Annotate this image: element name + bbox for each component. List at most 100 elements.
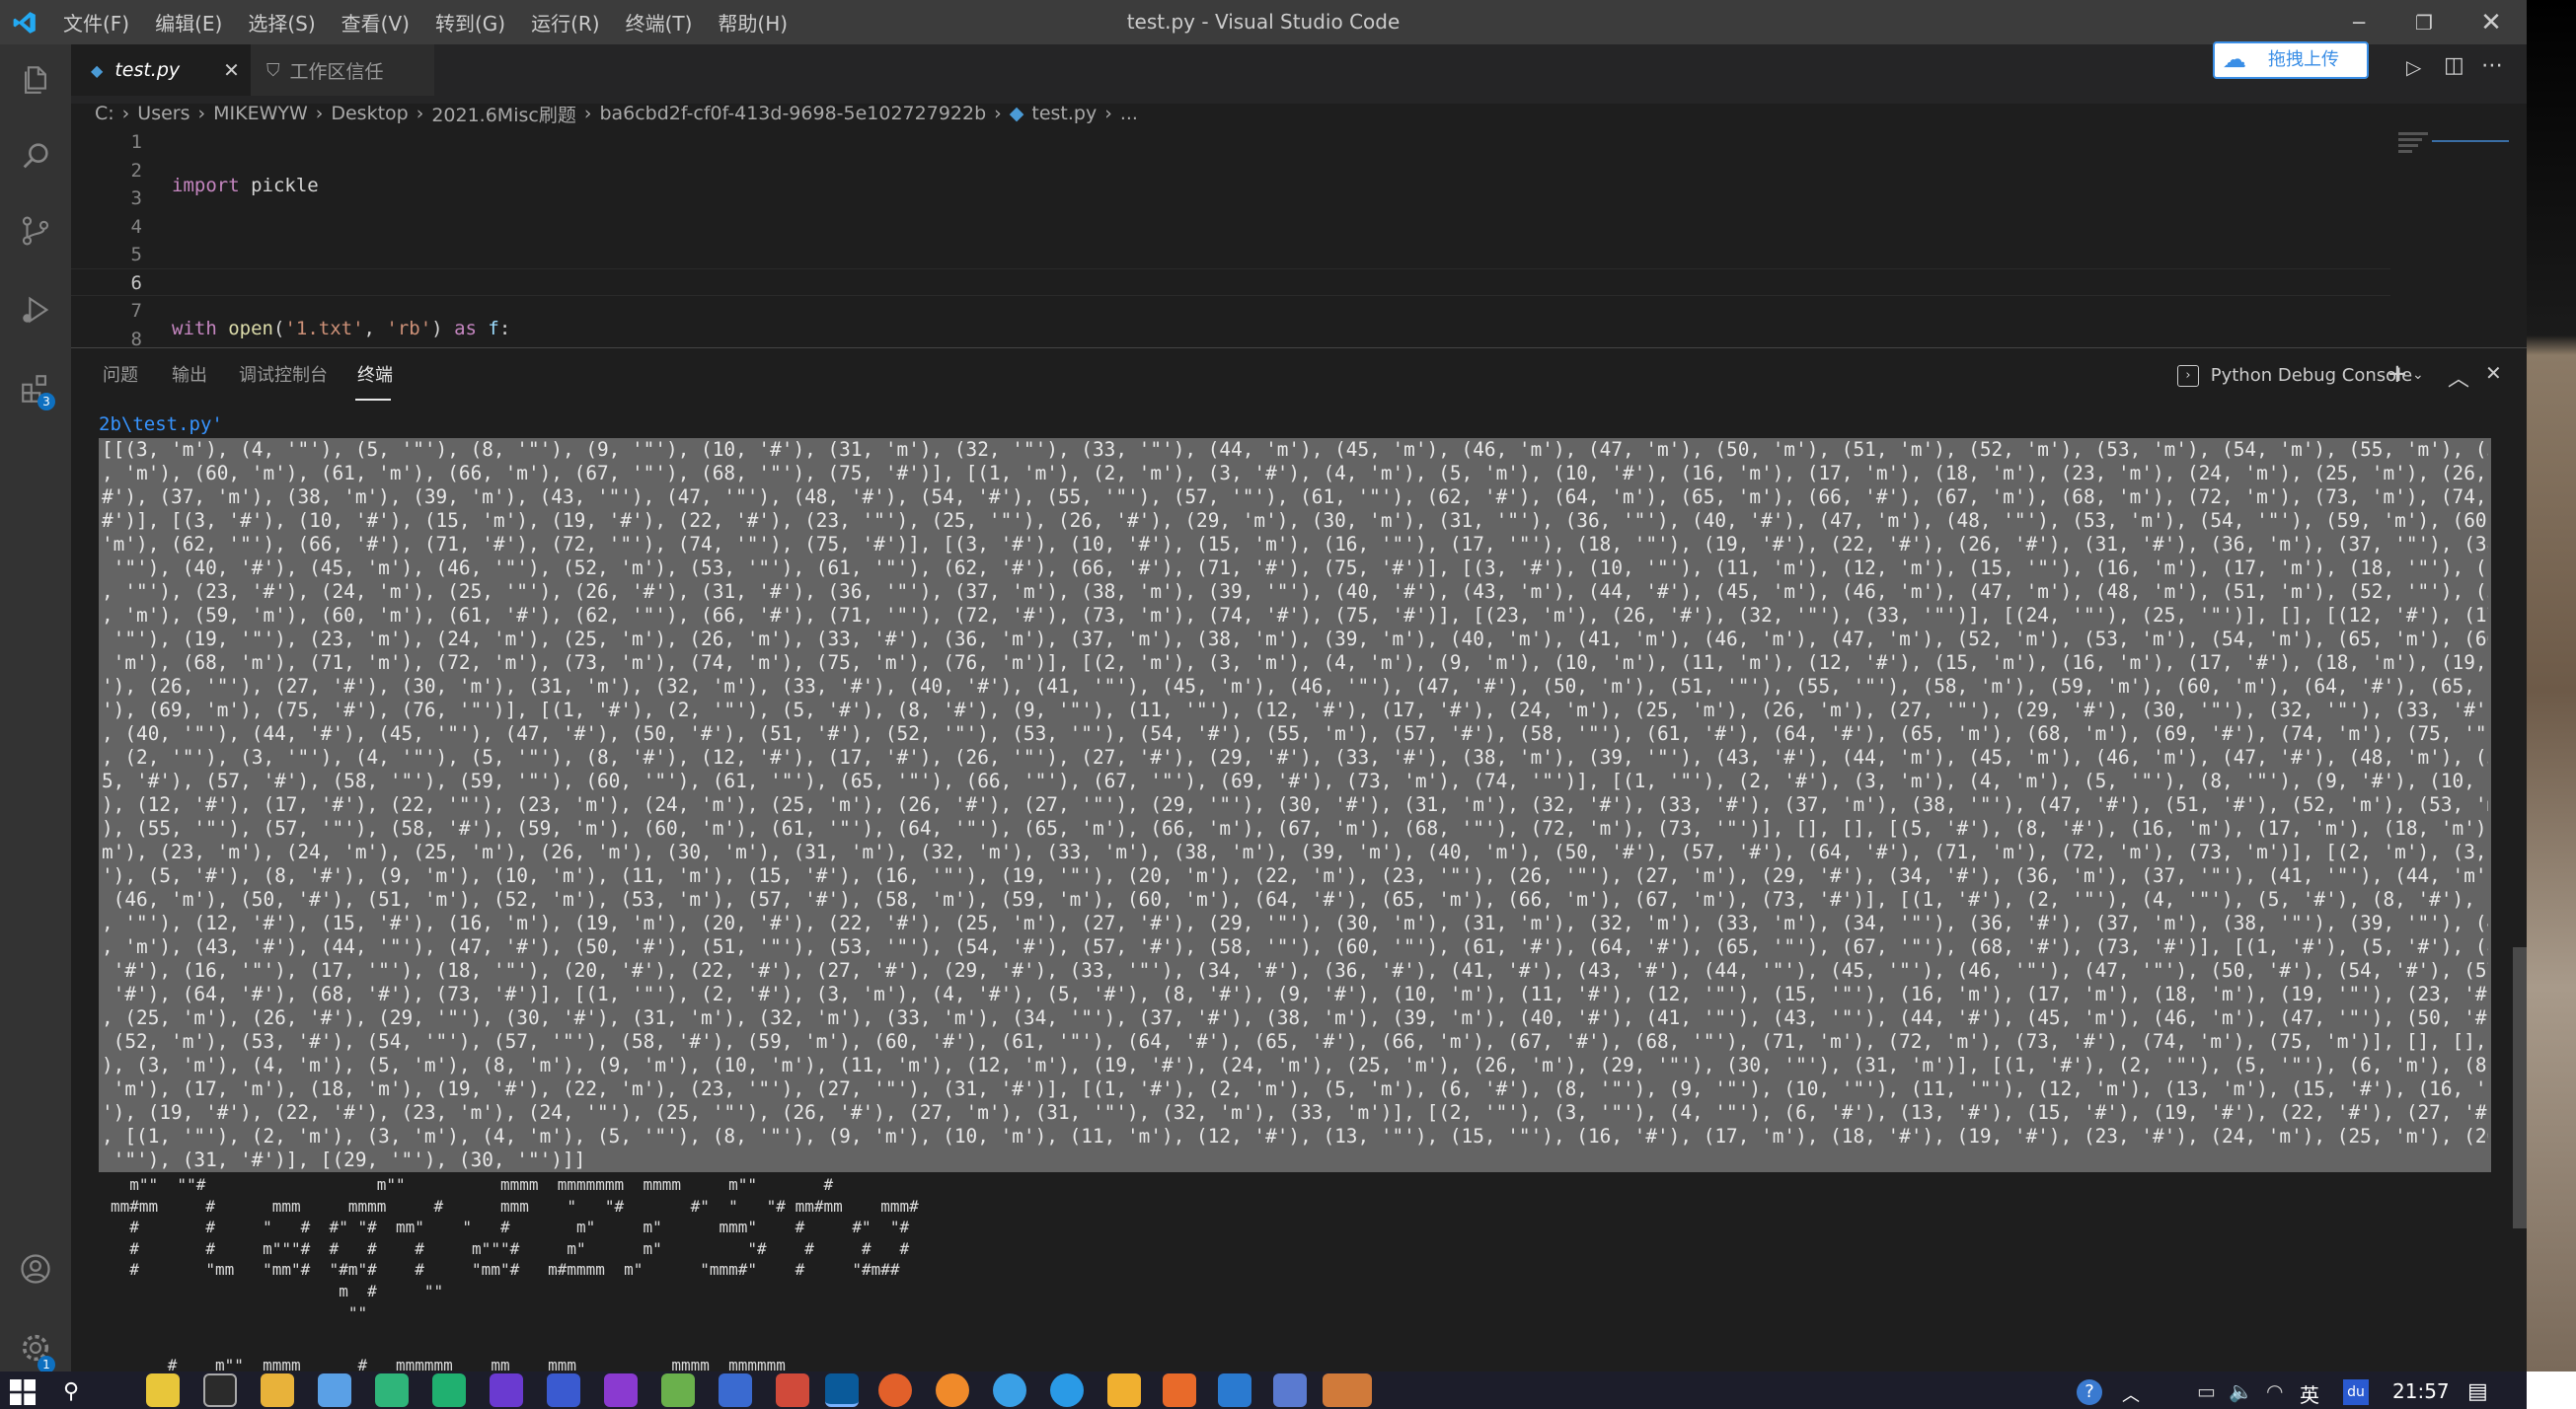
terminal-line: 'm'), (68, 'm'), (71, 'm'), (72, 'm'), (… [102,651,2488,674]
taskbar-app-icon[interactable] [146,1373,180,1407]
terminal-line: ), (3, 'm'), (4, 'm'), (5, 'm'), (8, 'm'… [102,1054,2488,1076]
breadcrumb-item[interactable]: test.py [1031,103,1097,124]
close-window-button[interactable]: ✕ [2456,0,2527,44]
taskbar-app-icon[interactable] [1323,1373,1372,1407]
terminal-icon: › [2177,365,2199,387]
volume-icon[interactable]: 🔈 [2229,1379,2253,1403]
more-icon: ⋯ [2481,53,2503,78]
files-icon [25,66,46,94]
close-panel-button[interactable]: ✕ [2485,361,2502,385]
taskbar-chrome-icon[interactable] [993,1373,1026,1407]
taskbar-app-icon[interactable] [547,1373,580,1407]
restore-button[interactable]: ❐ [2388,0,2460,44]
terminal-line: 5, '#'), (57, '#'), (58, '"'), (59, '"')… [102,770,2488,792]
ascii-art-line: m"" ""# m"" mmmm mmmmmmm mmmm m"" # [111,1175,834,1194]
chevron-up-icon: ︿ [2448,367,2470,392]
breadcrumb-item[interactable]: Desktop [331,103,408,124]
terminal-selector[interactable]: › Python Debug Console [2177,361,2412,391]
split-editor-button[interactable]: ◫ [2444,53,2464,78]
terminal-dropdown-button[interactable]: ⌄ [2412,367,2424,383]
tray-chevron-up-icon[interactable]: ︿ [2122,1381,2140,1407]
tab-terminal[interactable]: 终端 [357,347,393,405]
terminal-line: , (2, '"'), (3, '"'), (4, '"'), (5, '"')… [102,746,2488,769]
run-file-button[interactable]: ▷ [2406,55,2421,79]
breadcrumb-item[interactable]: ... [1120,103,1138,124]
terminal-output[interactable]: [[(3, 'm'), (4, '"'), (5, '"'), (8, '"')… [102,438,2488,1172]
line-number-active: 6 [130,271,142,294]
taskbar-app-icon[interactable] [1218,1373,1251,1407]
source-control-button[interactable] [0,195,71,266]
terminal-scrollbar[interactable] [2513,947,2527,1228]
wifi-icon[interactable]: ◠ [2266,1379,2283,1403]
ascii-art-next: # m"" mmmm # mmmmmm mm mmm mmmm mmmmmm [111,1356,786,1372]
taskbar-app-icon[interactable] [776,1373,809,1407]
battery-icon[interactable]: ▭ [2197,1379,2216,1403]
taskbar-app-icon[interactable] [375,1373,409,1407]
breadcrumb-item[interactable]: 2021.6Misc刷题 [431,101,576,127]
search-icon: ⚲ [63,1379,80,1404]
terminal-name: Python Debug Console [2210,365,2413,386]
terminal-line: '), (19, '#'), (22, '#'), (23, 'm'), (24… [102,1101,2488,1124]
cloud-icon: ☁ [2223,45,2246,73]
taskbar-vscode-icon[interactable] [825,1373,859,1407]
line-number: 7 [130,300,142,322]
taskbar-app-icon[interactable] [432,1373,466,1407]
accounts-button[interactable] [0,1233,71,1304]
taskbar-onenote-icon[interactable] [604,1373,638,1407]
breadcrumb-item[interactable]: C: [95,103,114,124]
taskbar-sublime-icon[interactable] [1163,1373,1196,1407]
search-button[interactable] [0,120,71,191]
ime-indicator[interactable]: 英 [2300,1379,2319,1408]
breadcrumb-item[interactable]: Users [137,103,189,124]
taskbar-firefox-icon[interactable] [936,1373,969,1407]
terminal-line: m'), (23, 'm'), (24, 'm'), (25, 'm'), (2… [102,841,2488,863]
taskbar-app-icon[interactable] [661,1373,695,1407]
chevron-right-icon: › [1104,103,1112,124]
windows-start-button[interactable] [10,1379,36,1405]
taskbar-app-icon[interactable] [490,1373,523,1407]
taskbar-search-button[interactable]: ⚲ [63,1379,79,1404]
extensions-button[interactable]: 3 [0,353,71,424]
tab-test-py[interactable]: ◆ test.py ✕ [71,44,251,96]
show-desktop-button[interactable] [2527,1372,2576,1409]
minimize-button[interactable]: ─ [2323,0,2394,44]
run-debug-icon [23,296,49,324]
ascii-art-line: m # "" [111,1281,444,1300]
close-tab-icon[interactable]: ✕ [223,58,240,82]
terminal-line: '"'), (19, '"'), (23, 'm'), (24, 'm'), (… [102,628,2488,650]
clock[interactable]: 21:57 [2392,1379,2450,1403]
taskbar-app-icon[interactable] [719,1373,752,1407]
breadcrumb-item[interactable]: MIKEWYW [213,103,308,124]
new-terminal-button[interactable]: + [2387,359,2408,389]
explorer-button[interactable] [0,44,71,115]
minimap[interactable] [2392,128,2511,168]
tab-debug-console[interactable]: 调试控制台 [239,347,328,405]
search-icon [23,143,48,169]
taskbar-app-icon[interactable] [318,1373,351,1407]
notification-icon[interactable]: ▤ [2467,1379,2488,1404]
line-number: 4 [130,215,142,238]
ascii-art-line: mm#mm # mmm mmmm # mmm " "# #" " "# mm#m… [111,1196,919,1216]
help-icon[interactable]: ? [2077,1379,2102,1405]
taskbar-terminal-icon[interactable] [203,1373,237,1407]
baidu-tray-icon[interactable]: du [2343,1379,2369,1405]
chevron-right-icon: › [315,103,324,124]
tab-workspace-trust[interactable]: ⛉ 工作区信任 [251,44,434,96]
maximize-panel-button[interactable]: ︿ [2448,361,2469,393]
restore-icon: ❐ [2415,10,2433,35]
tab-problems[interactable]: 问题 [103,347,138,405]
terminal-line: #'), (37, 'm'), (38, 'm'), (39, 'm'), (4… [102,485,2488,508]
tab-output[interactable]: 输出 [172,347,207,405]
terminal-line: '#'), (64, '#'), (68, '#'), (73, '#')], … [102,983,2488,1005]
terminal-line: [[(3, 'm'), (4, '"'), (5, '"'), (8, '"')… [102,438,2488,461]
minimize-icon: ─ [2352,10,2366,35]
taskbar-firefox-icon[interactable] [878,1373,912,1407]
taskbar-app-icon[interactable] [1107,1373,1141,1407]
taskbar-app-icon[interactable] [1273,1373,1307,1407]
run-debug-button[interactable] [0,274,71,345]
more-actions-button[interactable]: ⋯ [2481,53,2503,78]
taskbar-edge-icon[interactable] [1050,1373,1084,1407]
taskbar-explorer-icon[interactable] [261,1373,294,1407]
breadcrumb-item[interactable]: ba6cbd2f-cf0f-413d-9698-5e102727922b [599,103,986,124]
terminal-line: (52, 'm'), (53, '#'), (54, '"'), (57, '"… [102,1030,2488,1053]
